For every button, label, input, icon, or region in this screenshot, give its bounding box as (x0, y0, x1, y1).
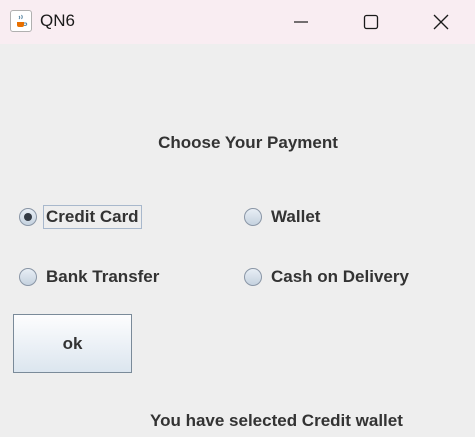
app-window: QN6 Choose Your Payment Credit Card Wall… (0, 0, 475, 437)
selection-status: You have selected Credit wallet (150, 411, 403, 430)
minimize-button[interactable] (279, 0, 323, 44)
minimize-icon (294, 21, 308, 23)
radio-button-checked[interactable] (19, 208, 37, 226)
radio-button-unchecked[interactable] (244, 208, 262, 226)
radio-label-credit-card[interactable]: Credit Card (43, 205, 142, 229)
page-heading: Choose Your Payment (158, 133, 338, 152)
maximize-button[interactable] (349, 0, 393, 44)
radio-label-wallet[interactable]: Wallet (269, 206, 322, 228)
radio-button-unchecked[interactable] (244, 268, 262, 286)
radio-label-bank-transfer[interactable]: Bank Transfer (44, 266, 161, 288)
radio-label-cash-on-delivery[interactable]: Cash on Delivery (269, 266, 411, 288)
close-icon (433, 14, 449, 30)
ok-button[interactable]: ok (13, 314, 132, 373)
title-bar[interactable]: QN6 (0, 0, 475, 44)
maximize-icon (363, 14, 379, 30)
close-button[interactable] (419, 0, 463, 44)
window-title: QN6 (40, 11, 75, 30)
radio-button-unchecked[interactable] (19, 268, 37, 286)
java-cup-icon (10, 10, 32, 32)
